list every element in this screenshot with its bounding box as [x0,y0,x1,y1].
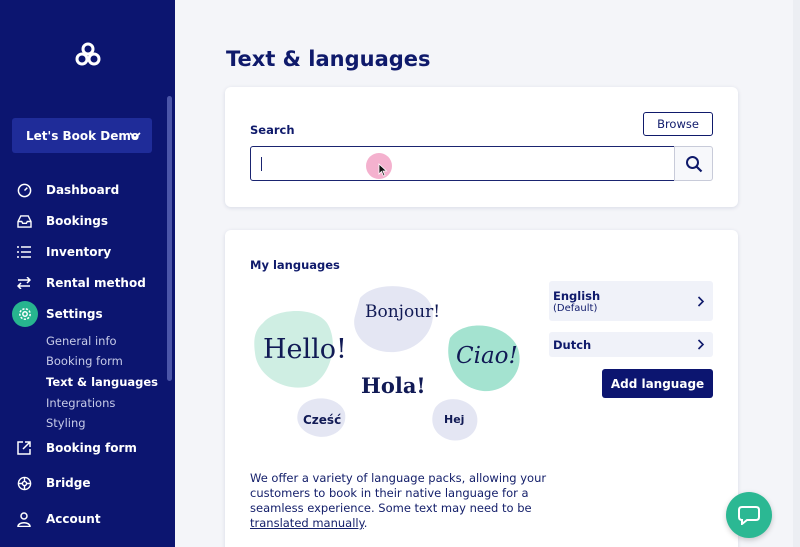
nav-label: Dashboard [46,183,120,197]
description-text: We offer a variety of language packs, al… [250,471,547,515]
nav-account[interactable]: Account [0,507,165,531]
swap-icon [16,275,32,291]
nav-rental-method[interactable]: Rental method [0,271,165,295]
account-selector[interactable]: Let's Book Demo [12,118,152,153]
gear-icon [12,301,38,327]
search-icon [685,155,702,172]
chat-icon [738,506,760,525]
nav-settings[interactable]: Settings [0,301,165,327]
sidebar-scrollbar[interactable] [167,96,172,381]
search-input[interactable] [250,146,675,181]
languages-card: My languages Hello! Bonjour! Ciao! Hola!… [225,230,738,547]
languages-description: We offer a variety of language packs, al… [250,471,550,531]
greeting-bonjour: Bonjour! [365,302,441,322]
chevron-down-icon [129,132,141,140]
language-item-english[interactable]: English (Default) [549,281,713,321]
subnav-integrations[interactable]: Integrations [46,396,115,410]
greeting-hello: Hello! [263,334,347,365]
greeting-hola: Hola! [361,373,426,398]
nav-label: Inventory [46,245,112,259]
translate-manually-link[interactable]: translated manually [250,516,364,530]
search-button[interactable] [674,146,713,181]
chevron-right-icon [697,339,705,350]
languages-heading: My languages [250,258,340,272]
inbox-icon [16,213,32,229]
greeting-hej: Hej [444,413,465,426]
external-link-icon [16,440,32,456]
logo-icon[interactable] [74,40,102,68]
description-end: . [363,516,368,530]
nav-label: Settings [46,307,103,321]
page-scrollbar[interactable] [793,0,800,547]
subnav-general-info[interactable]: General info [46,334,117,348]
nav-label: Bookings [46,214,109,228]
text-caret [261,157,262,171]
subnav-styling[interactable]: Styling [46,416,86,430]
add-language-button[interactable]: Add language [602,369,713,398]
page-title: Text & languages [226,47,431,71]
nav-booking-form[interactable]: Booking form [0,436,165,460]
subnav-text-languages[interactable]: Text & languages [46,375,158,389]
chevron-right-icon [697,296,705,307]
nav-bookings[interactable]: Bookings [0,209,165,233]
search-label: Search [250,123,295,137]
gauge-icon [16,182,32,198]
greeting-czesc: Cześć [303,413,342,427]
mouse-pointer-icon [378,163,388,177]
search-card: Search Browse [225,87,738,207]
help-chat-button[interactable] [726,492,772,538]
greeting-ciao: Ciao! [456,343,518,369]
nav-label: Bridge [46,476,91,490]
account-name: Let's Book Demo [26,128,140,143]
nav-label: Rental method [46,276,146,290]
language-item-dutch[interactable]: Dutch [549,332,713,357]
nav-inventory[interactable]: Inventory [0,240,165,264]
globe-icon [16,475,32,491]
user-icon [16,511,32,527]
nav-dashboard[interactable]: Dashboard [0,178,165,202]
nav-label: Booking form [46,441,137,455]
nav-bridge[interactable]: Bridge [0,471,165,495]
browse-button[interactable]: Browse [643,112,713,136]
list-icon [16,244,32,260]
language-name: English [553,289,601,303]
nav-label: Account [46,512,101,526]
subnav-booking-form[interactable]: Booking form [46,354,123,368]
sidebar: Let's Book Demo Dashboard Bookings Inven… [0,0,175,547]
language-name: Dutch [553,338,592,352]
language-note: (Default) [553,303,598,314]
